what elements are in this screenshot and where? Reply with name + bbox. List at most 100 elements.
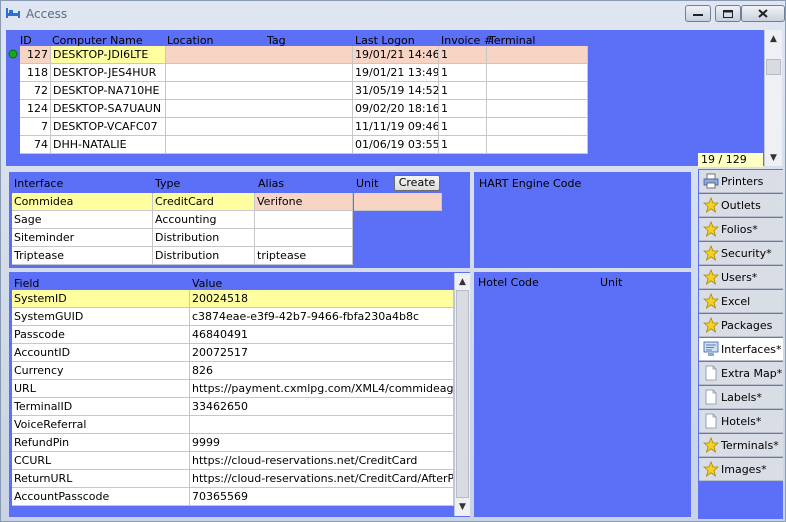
field-name-cell[interactable]: SystemGUID: [12, 308, 190, 326]
field-value-cell[interactable]: c3874eae-e3f9-42b7-9466-fbfa230a4b8c: [190, 308, 454, 326]
computer-cell-invoice[interactable]: 1: [439, 82, 487, 100]
interface-cell-interface[interactable]: Sage: [12, 211, 153, 229]
computer-cell-location[interactable]: [166, 118, 266, 136]
field-name-cell[interactable]: VoiceReferral: [12, 416, 190, 434]
field-name-cell[interactable]: URL: [12, 380, 190, 398]
computer-cell-terminal[interactable]: [487, 100, 588, 118]
scroll-thumb[interactable]: [766, 59, 781, 75]
computer-cell-id[interactable]: 118: [20, 64, 51, 82]
computer-cell-terminal[interactable]: [487, 118, 588, 136]
field-value-cell[interactable]: 20024518: [190, 290, 454, 308]
fields-scrollbar[interactable]: ▲ ▼: [454, 273, 470, 516]
sidebar-item-outlets[interactable]: Outlets: [699, 194, 783, 217]
computer-cell-id[interactable]: 72: [20, 82, 51, 100]
scroll-down-button[interactable]: ▼: [765, 150, 782, 166]
close-button[interactable]: [741, 5, 785, 22]
computer-cell-invoice[interactable]: 1: [439, 64, 487, 82]
computer-cell-location[interactable]: [166, 64, 266, 82]
interface-cell-type[interactable]: Distribution: [153, 247, 255, 265]
sidebar-item-packages[interactable]: Packages: [699, 314, 783, 337]
computer-cell-logon[interactable]: 01/06/19 03:55: [353, 136, 439, 154]
unit-input[interactable]: [354, 193, 442, 211]
computer-cell-terminal[interactable]: [487, 136, 588, 154]
field-name-cell[interactable]: SystemID: [12, 290, 190, 308]
computer-cell-id[interactable]: 7: [20, 118, 51, 136]
computers-scrollbar[interactable]: ▲ ▼: [764, 30, 782, 166]
interface-cell-interface[interactable]: Siteminder: [12, 229, 153, 247]
computer-cell-logon[interactable]: 11/11/19 09:46: [353, 118, 439, 136]
computer-cell-id[interactable]: 124: [20, 100, 51, 118]
field-value-cell[interactable]: 33462650: [190, 398, 454, 416]
computer-cell-name[interactable]: DESKTOP-NA710HE: [51, 82, 166, 100]
computer-cell-invoice[interactable]: 1: [439, 100, 487, 118]
computer-cell-id[interactable]: 74: [20, 136, 51, 154]
computer-cell-terminal[interactable]: [487, 64, 588, 82]
sidebar-item-printers[interactable]: Printers: [699, 170, 783, 193]
sidebar-item-security[interactable]: Security*: [699, 242, 783, 265]
sidebar-item-interfaces[interactable]: Interfaces*: [699, 338, 783, 361]
interface-cell-type[interactable]: Accounting: [153, 211, 255, 229]
computer-cell-invoice[interactable]: 1: [439, 118, 487, 136]
field-name-cell[interactable]: AccountID: [12, 344, 190, 362]
field-value-cell[interactable]: [190, 416, 454, 434]
computer-cell-location[interactable]: [166, 82, 266, 100]
sidebar-item-extra-map[interactable]: Extra Map*: [699, 362, 783, 385]
field-value-cell[interactable]: https://payment.cxmlpg.com/XML4/commidea…: [190, 380, 454, 398]
interface-cell-type[interactable]: Distribution: [153, 229, 255, 247]
computer-cell-logon[interactable]: 19/01/21 13:49: [353, 64, 439, 82]
field-name-cell[interactable]: RefundPin: [12, 434, 190, 452]
computer-cell-tag[interactable]: [265, 136, 353, 154]
sidebar-item-labels[interactable]: Labels*: [699, 386, 783, 409]
interface-cell-interface[interactable]: Triptease: [12, 247, 153, 265]
interface-cell-alias[interactable]: [255, 211, 353, 229]
maximize-button[interactable]: [715, 5, 741, 22]
computer-cell-location[interactable]: [166, 136, 266, 154]
computer-cell-invoice[interactable]: 1: [439, 46, 487, 64]
sidebar-item-hotels[interactable]: Hotels*: [699, 410, 783, 433]
sidebar-item-users[interactable]: Users*: [699, 266, 783, 289]
computer-cell-tag[interactable]: [265, 64, 353, 82]
field-value-cell[interactable]: 46840491: [190, 326, 454, 344]
computer-cell-location[interactable]: [166, 100, 266, 118]
computer-cell-tag[interactable]: [265, 118, 353, 136]
field-value-cell[interactable]: 20072517: [190, 344, 454, 362]
computer-cell-terminal[interactable]: [487, 82, 588, 100]
field-value-cell[interactable]: https://cloud-reservations.net/CreditCar…: [190, 470, 454, 488]
computer-cell-name[interactable]: DESKTOP-JES4HUR: [51, 64, 166, 82]
field-value-cell[interactable]: https://cloud-reservations.net/CreditCar…: [190, 452, 454, 470]
field-name-cell[interactable]: Currency: [12, 362, 190, 380]
field-name-cell[interactable]: ReturnURL: [12, 470, 190, 488]
scroll-up-button[interactable]: ▲: [765, 31, 782, 47]
computer-cell-name[interactable]: DESKTOP-SA7UAUN: [51, 100, 166, 118]
minimize-button[interactable]: [685, 5, 711, 22]
sidebar-item-folios[interactable]: Folios*: [699, 218, 783, 241]
computer-cell-tag[interactable]: [265, 82, 353, 100]
field-value-cell[interactable]: 826: [190, 362, 454, 380]
computer-cell-name[interactable]: DESKTOP-VCAFC07: [51, 118, 166, 136]
create-button[interactable]: Create: [394, 175, 440, 191]
sidebar-item-excel[interactable]: Excel: [699, 290, 783, 313]
fields-scroll-down-button[interactable]: ▼: [455, 499, 470, 515]
interface-cell-alias[interactable]: Verifone: [255, 193, 353, 211]
interface-cell-interface[interactable]: Commidea: [12, 193, 153, 211]
field-value-cell[interactable]: 9999: [190, 434, 454, 452]
fields-scroll-thumb[interactable]: [456, 290, 469, 498]
sidebar-item-terminals[interactable]: Terminals*: [699, 434, 783, 457]
interface-cell-type[interactable]: CreditCard: [153, 193, 255, 211]
interface-cell-alias[interactable]: triptease: [255, 247, 353, 265]
computer-cell-id[interactable]: 127: [20, 46, 51, 64]
computer-cell-terminal[interactable]: [487, 46, 588, 64]
computer-cell-tag[interactable]: [265, 100, 353, 118]
field-value-cell[interactable]: 70365569: [190, 488, 454, 506]
interface-cell-alias[interactable]: [255, 229, 353, 247]
computer-cell-name[interactable]: DESKTOP-JDI6LTE: [51, 46, 166, 64]
computer-cell-name[interactable]: DHH-NATALIE: [51, 136, 166, 154]
computer-cell-tag[interactable]: [265, 46, 353, 64]
fields-scroll-up-button[interactable]: ▲: [455, 274, 470, 290]
computer-cell-logon[interactable]: 31/05/19 14:52: [353, 82, 439, 100]
computer-cell-invoice[interactable]: 1: [439, 136, 487, 154]
computer-cell-logon[interactable]: 09/02/20 18:16: [353, 100, 439, 118]
field-name-cell[interactable]: AccountPasscode: [12, 488, 190, 506]
field-name-cell[interactable]: TerminalID: [12, 398, 190, 416]
sidebar-item-images[interactable]: Images*: [699, 458, 783, 481]
